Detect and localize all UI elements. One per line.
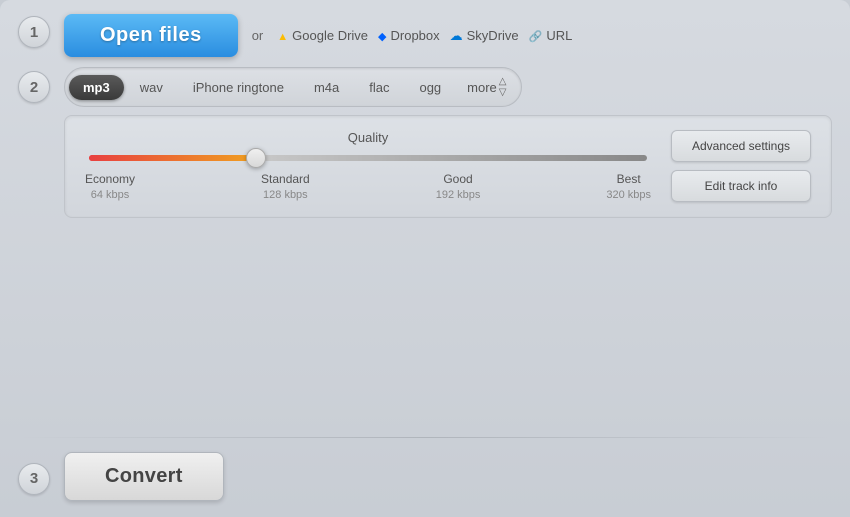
quality-kbps-best: 320 kbps <box>606 188 651 203</box>
url-link[interactable]: URL <box>529 28 573 43</box>
google-drive-label: Google Drive <box>292 28 368 43</box>
google-drive-icon <box>277 28 288 43</box>
quality-name-good: Good <box>436 171 481 188</box>
more-arrow-icon: △▽ <box>499 76 507 98</box>
quality-labels: Economy 64 kbps Standard 128 kbps Good 1… <box>85 171 651 203</box>
format-tabs: mp3 wav iPhone ringtone m4a flac ogg mor… <box>64 67 522 107</box>
step2-row: 2 mp3 wav iPhone ringtone m4a flac ogg m… <box>18 67 832 423</box>
tab-flac[interactable]: flac <box>355 75 403 100</box>
quality-right: Advanced settings Edit track info <box>671 130 811 202</box>
skydrive-label: SkyDrive <box>467 28 519 43</box>
quality-label-best: Best 320 kbps <box>606 171 651 203</box>
quality-label-good: Good 192 kbps <box>436 171 481 203</box>
skydrive-icon <box>450 28 463 44</box>
edit-track-info-button[interactable]: Edit track info <box>671 170 811 202</box>
dropbox-icon <box>378 28 386 43</box>
quality-label-standard: Standard 128 kbps <box>261 171 310 203</box>
open-files-button[interactable]: Open files <box>64 14 238 57</box>
app-container: 1 Open files or Google Drive Dropbox Sky… <box>0 0 850 517</box>
quality-label-economy: Economy 64 kbps <box>85 171 135 203</box>
convert-button[interactable]: Convert <box>64 452 224 501</box>
step3-circle: 3 <box>18 463 50 495</box>
step3-number: 3 <box>30 470 38 487</box>
step2-content: mp3 wav iPhone ringtone m4a flac ogg mor… <box>64 67 832 226</box>
tab-ogg[interactable]: ogg <box>405 75 455 100</box>
google-drive-link[interactable]: Google Drive <box>277 28 368 43</box>
quality-slider-track <box>89 155 647 161</box>
skydrive-link[interactable]: SkyDrive <box>450 28 519 44</box>
step2-circle: 2 <box>18 71 50 103</box>
url-icon <box>529 28 543 43</box>
step1-row: 1 Open files or Google Drive Dropbox Sky… <box>18 12 832 57</box>
quality-name-economy: Economy <box>85 171 135 188</box>
dropbox-label: Dropbox <box>391 28 440 43</box>
step3-row: 3 Convert <box>18 452 832 505</box>
quality-slider-thumb[interactable] <box>246 148 266 168</box>
quality-section: Quality Economy 64 kbps Standa <box>64 115 832 218</box>
url-label: URL <box>546 28 572 43</box>
tab-iphone-ringtone[interactable]: iPhone ringtone <box>179 75 298 100</box>
dropbox-link[interactable]: Dropbox <box>378 28 440 43</box>
slider-track-fill <box>89 155 256 161</box>
quality-left: Quality Economy 64 kbps Standa <box>85 130 651 203</box>
more-label: more <box>467 80 497 95</box>
quality-title: Quality <box>85 130 651 145</box>
step1-content: Open files or Google Drive Dropbox SkyDr… <box>64 14 572 57</box>
bottom-separator <box>18 437 832 438</box>
quality-name-best: Best <box>606 171 651 188</box>
tab-mp3[interactable]: mp3 <box>69 75 124 100</box>
cloud-links: Google Drive Dropbox SkyDrive URL <box>277 28 572 44</box>
quality-kbps-standard: 128 kbps <box>261 188 310 203</box>
tab-wav[interactable]: wav <box>126 75 177 100</box>
quality-kbps-good: 192 kbps <box>436 188 481 203</box>
tab-more[interactable]: more △▽ <box>457 71 516 103</box>
tab-m4a[interactable]: m4a <box>300 75 353 100</box>
advanced-settings-button[interactable]: Advanced settings <box>671 130 811 162</box>
or-text: or <box>252 28 264 43</box>
quality-slider-container <box>85 155 651 161</box>
quality-kbps-economy: 64 kbps <box>85 188 135 203</box>
step2-number: 2 <box>30 79 38 96</box>
quality-name-standard: Standard <box>261 171 310 188</box>
step1-circle: 1 <box>18 16 50 48</box>
step1-number: 1 <box>30 24 38 41</box>
